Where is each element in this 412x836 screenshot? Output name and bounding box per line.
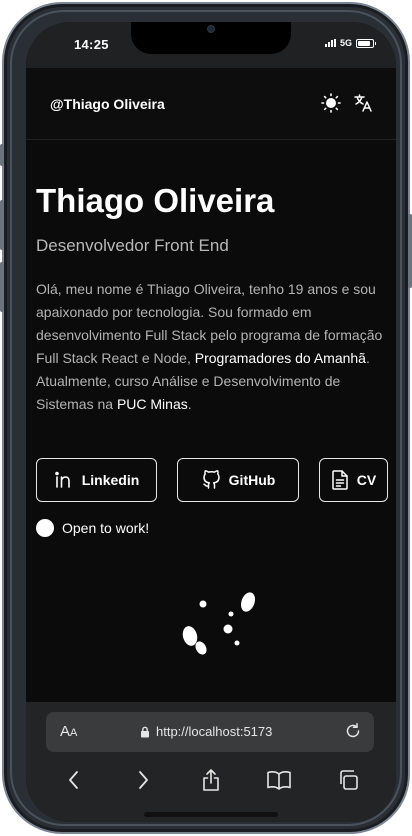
open-to-work-label: Open to work! — [62, 520, 150, 536]
loader-dot — [223, 624, 233, 634]
lock-icon — [141, 726, 149, 737]
reload-icon[interactable] — [344, 722, 362, 743]
forward-icon[interactable] — [129, 766, 157, 794]
screen: 14:25 5G @Thiago Oliveira Thiago Oliveir… — [26, 22, 396, 822]
signal-icon — [324, 39, 336, 47]
translate-icon[interactable] — [352, 92, 374, 114]
notch — [131, 22, 291, 54]
github-button[interactable]: GitHub — [177, 458, 299, 502]
loading-animation — [182, 592, 256, 655]
main-content: Thiago Oliveira Desenvolvedor Front End … — [36, 140, 396, 710]
loader-dot — [234, 640, 240, 646]
open-to-work-status: Open to work! — [36, 519, 149, 537]
status-bar: 14:25 5G — [26, 22, 396, 68]
header-actions — [320, 92, 374, 114]
browser-nav — [26, 766, 396, 794]
status-time: 14:25 — [74, 37, 109, 52]
app-header: @Thiago Oliveira — [26, 68, 396, 140]
sun-icon[interactable] — [320, 92, 342, 114]
bookmarks-icon[interactable] — [265, 766, 293, 794]
link-puc-minas[interactable]: PUC Minas — [117, 396, 188, 412]
github-icon — [202, 470, 220, 489]
cv-label: CV — [356, 472, 377, 488]
browser-toolbar: AA http://localhost:5173 — [26, 702, 396, 822]
social-buttons: Linkedin GitHub CV — [36, 458, 388, 502]
page-title: Thiago Oliveira — [36, 182, 275, 219]
linkedin-icon — [54, 471, 70, 488]
volume-down-button — [0, 262, 4, 312]
back-icon[interactable] — [60, 766, 88, 794]
bio-text: Olá, meu nome é Thiago Oliveira, tenho 1… — [36, 278, 388, 416]
text-size-button[interactable]: AA — [60, 723, 77, 740]
bio-part-3: . — [187, 396, 192, 412]
url-display[interactable]: http://localhost:5173 — [140, 724, 272, 739]
phone-frame: 14:25 5G @Thiago Oliveira Thiago Oliveir… — [0, 2, 412, 834]
home-indicator — [144, 812, 278, 817]
loader-blob — [240, 592, 256, 612]
cv-button[interactable]: CV — [319, 458, 388, 502]
document-icon — [332, 470, 348, 490]
tabs-icon[interactable] — [334, 766, 362, 794]
loader-dot — [228, 611, 234, 617]
share-icon[interactable] — [197, 766, 225, 794]
status-indicators: 5G — [324, 38, 376, 48]
loader-dot — [199, 600, 207, 608]
mute-switch — [0, 144, 4, 166]
battery-level — [358, 40, 370, 46]
volume-up-button — [0, 200, 4, 250]
site-handle[interactable]: @Thiago Oliveira — [50, 96, 165, 112]
linkedin-label: Linkedin — [81, 472, 140, 488]
github-label: GitHub — [228, 472, 276, 488]
job-title: Desenvolvedor Front End — [36, 236, 229, 255]
power-button — [408, 214, 412, 288]
camera-icon — [207, 25, 215, 33]
linkedin-button[interactable]: Linkedin — [36, 458, 157, 502]
network-label: 5G — [339, 38, 352, 48]
address-bar[interactable]: AA http://localhost:5173 — [46, 712, 374, 752]
url-text: http://localhost:5173 — [156, 724, 273, 739]
battery-icon — [356, 38, 376, 48]
status-dot-icon — [36, 519, 54, 537]
link-programadores[interactable]: Programadores do Amanhã — [195, 350, 366, 366]
